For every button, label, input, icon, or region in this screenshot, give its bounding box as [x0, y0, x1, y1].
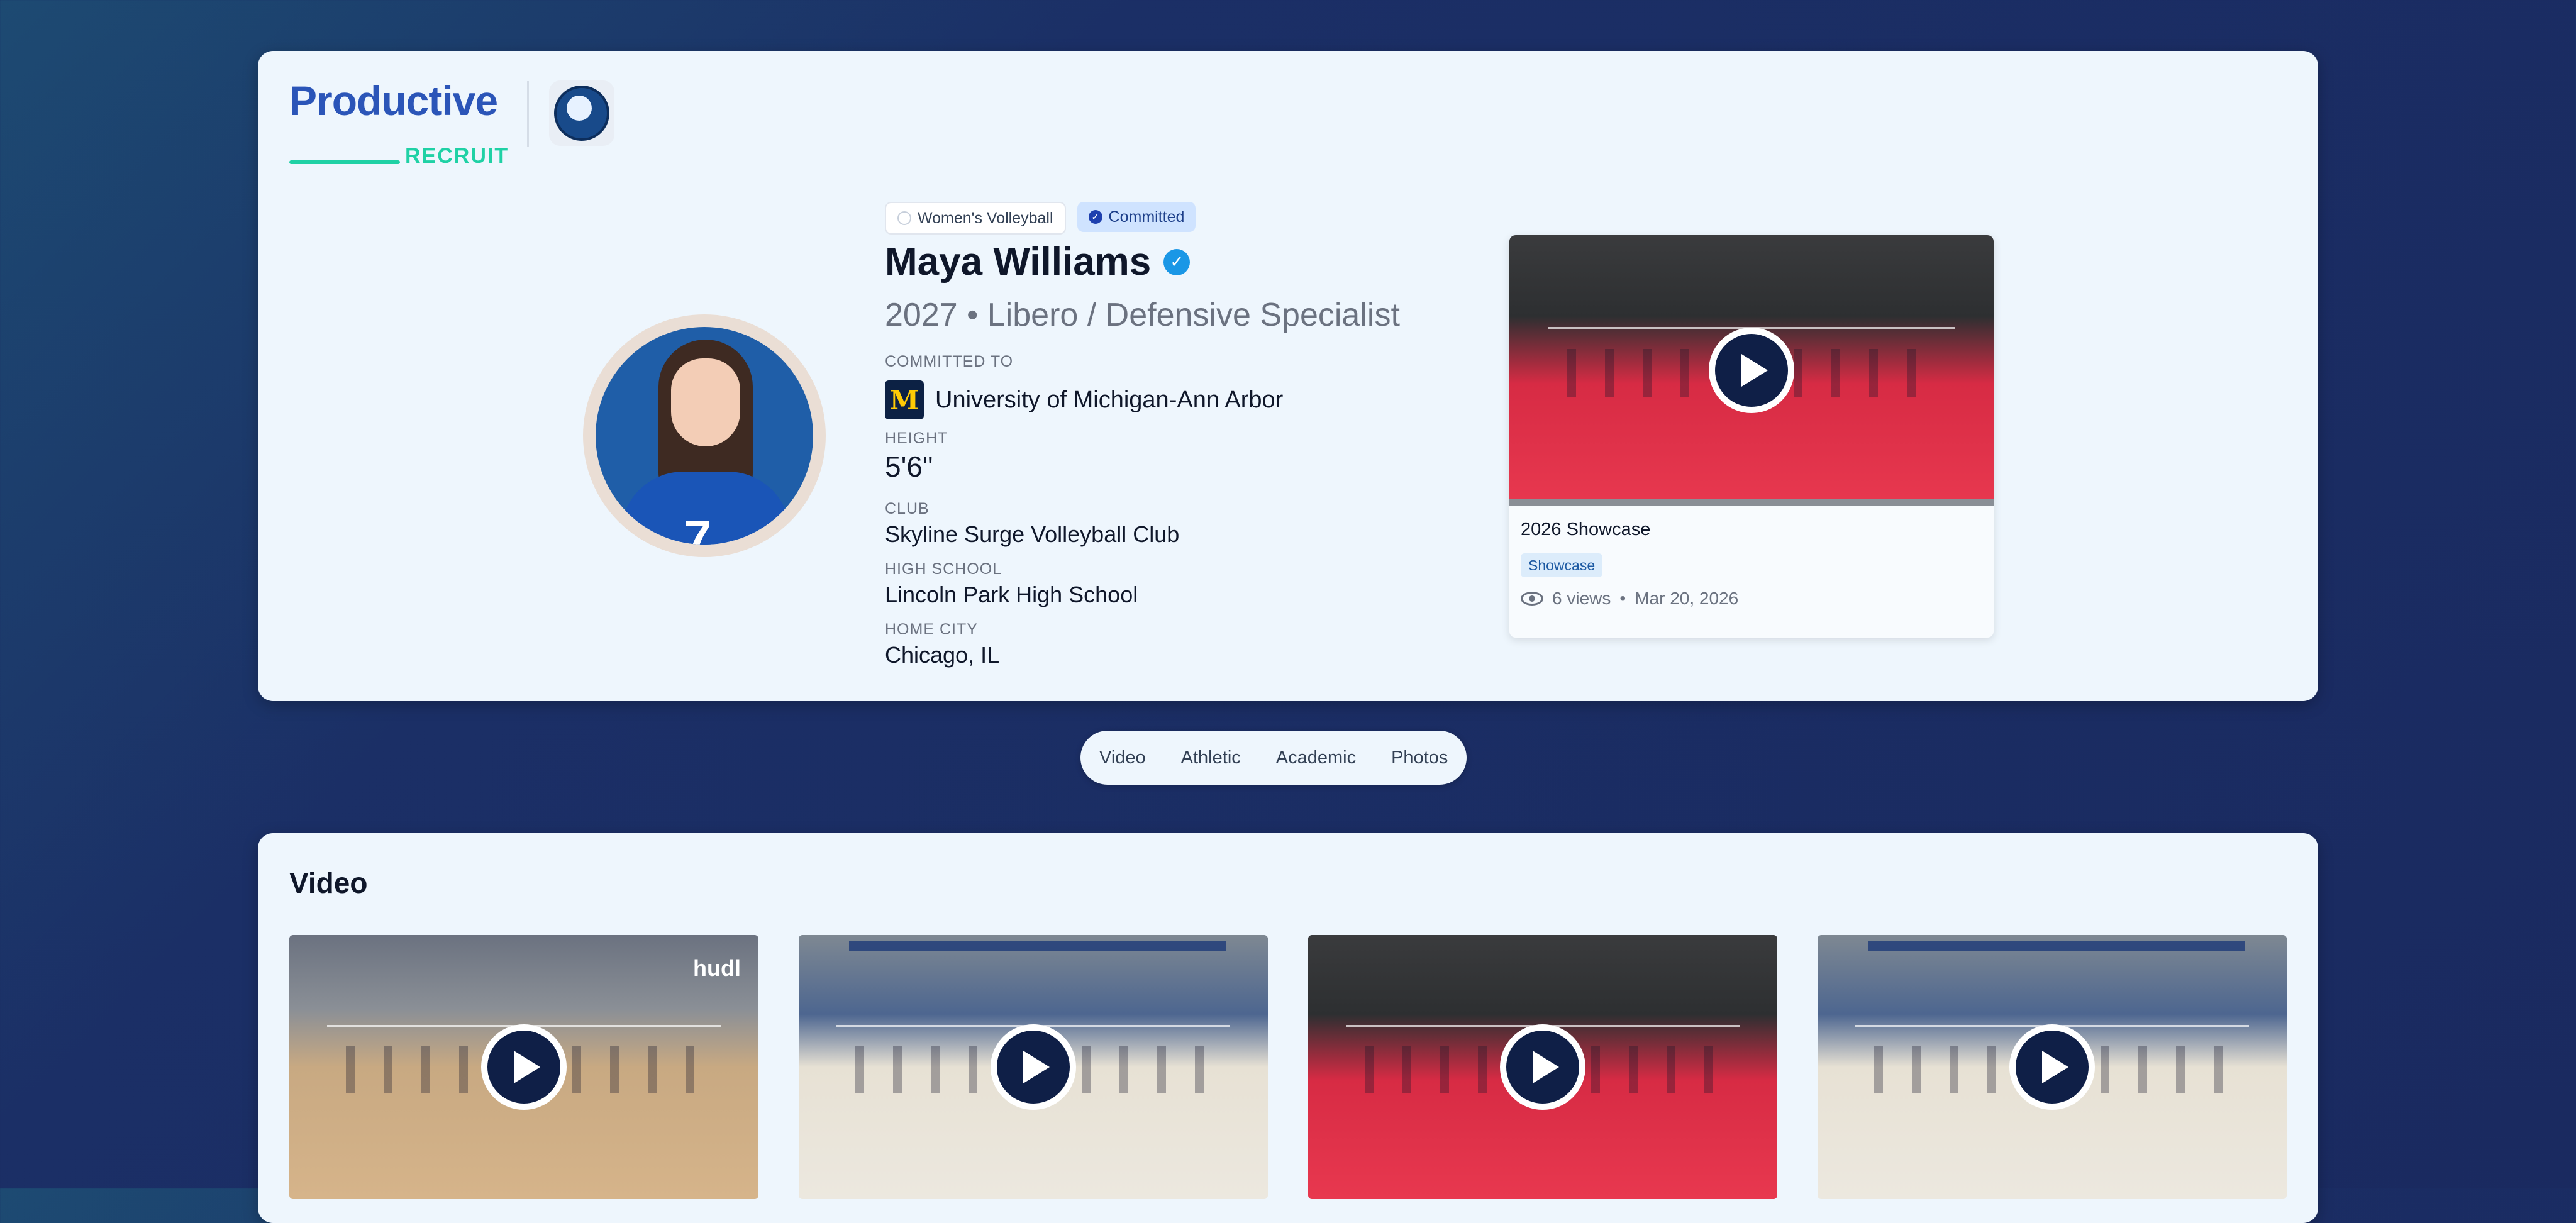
verified-icon: ✓	[1163, 248, 1191, 275]
volleyball-icon	[567, 96, 592, 121]
highlight-views: 6 views	[1552, 589, 1611, 608]
committed-status: Committed	[1108, 208, 1185, 226]
tab-athletic[interactable]: Athletic	[1181, 748, 1241, 768]
committed-school[interactable]: M University of Michigan-Ann Arbor	[885, 380, 1283, 419]
highlight-video-card[interactable]: 2026 Showcase Showcase 6 views • Mar 20,…	[1509, 235, 1994, 638]
high-school-label: HIGH SCHOOL	[885, 560, 1002, 578]
high-school-value: Lincoln Park High School	[885, 582, 1138, 607]
meta-separator: •	[1619, 589, 1626, 608]
video-thumbnail[interactable]	[1308, 935, 1777, 1199]
volleyball-icon	[897, 211, 911, 225]
video-section-title: Video	[289, 866, 368, 899]
highlight-title: 2026 Showcase	[1521, 519, 1651, 540]
video-grid: hudl	[289, 935, 2287, 1199]
play-button-icon[interactable]	[991, 1024, 1076, 1110]
height-value: 5'6"	[885, 450, 933, 483]
home-city-value: Chicago, IL	[885, 642, 1000, 668]
tab-academic[interactable]: Academic	[1276, 748, 1356, 768]
athlete-avatar: 7	[583, 314, 826, 557]
highlight-tag: Showcase	[1521, 553, 1603, 577]
committed-badge: ✓ Committed	[1077, 202, 1196, 232]
height-label: HEIGHT	[885, 429, 948, 447]
section-tabs: Video Athletic Academic Photos	[1080, 731, 1467, 785]
athlete-name-text: Maya Williams	[885, 240, 1152, 284]
video-thumbnail[interactable]: hudl	[289, 935, 758, 1199]
club-label: CLUB	[885, 500, 930, 517]
home-city-label: HOME CITY	[885, 621, 978, 638]
hudl-watermark: hudl	[693, 955, 741, 981]
profile-badges: Women's Volleyball ✓ Committed	[885, 202, 1196, 235]
club-logo	[549, 80, 614, 146]
tab-video[interactable]: Video	[1099, 748, 1146, 768]
profile-card: Productive RECRUIT 7 Women's Volleyball …	[258, 51, 2318, 701]
video-thumbnail[interactable]	[1818, 935, 2287, 1199]
highlight-meta: 6 views • Mar 20, 2026	[1521, 589, 1738, 609]
check-circle-icon: ✓	[1088, 210, 1102, 224]
eye-icon	[1521, 592, 1543, 606]
brand-secondary: RECRUIT	[405, 144, 509, 168]
play-button-icon[interactable]	[481, 1024, 567, 1110]
highlight-thumbnail[interactable]	[1509, 235, 1994, 506]
committed-to-label: COMMITTED TO	[885, 353, 1014, 370]
video-section: Video hudl	[258, 833, 2318, 1223]
video-thumbnail[interactable]	[799, 935, 1268, 1199]
tab-photos[interactable]: Photos	[1391, 748, 1448, 768]
sport-label: Women's Volleyball	[918, 209, 1053, 227]
club-value: Skyline Surge Volleyball Club	[885, 521, 1180, 547]
video-progress-bar	[1509, 499, 1994, 506]
sport-badge: Women's Volleyball	[885, 202, 1066, 235]
productive-recruit-logo[interactable]: Productive RECRUIT	[289, 77, 509, 168]
logo-divider	[527, 81, 529, 147]
brand-primary: Productive	[289, 77, 498, 124]
highlight-date: Mar 20, 2026	[1635, 589, 1739, 608]
athlete-name: Maya Williams ✓	[885, 240, 1191, 284]
athlete-subtitle: 2027 • Libero / Defensive Specialist	[885, 297, 1400, 333]
brand-underline	[289, 160, 400, 164]
michigan-logo: M	[885, 380, 924, 419]
play-button-icon[interactable]	[2009, 1024, 2095, 1110]
play-button-icon[interactable]	[1500, 1024, 1585, 1110]
committed-school-name: University of Michigan-Ann Arbor	[935, 386, 1284, 413]
jersey-number: 7	[684, 510, 712, 545]
play-button-icon[interactable]	[1709, 328, 1794, 413]
